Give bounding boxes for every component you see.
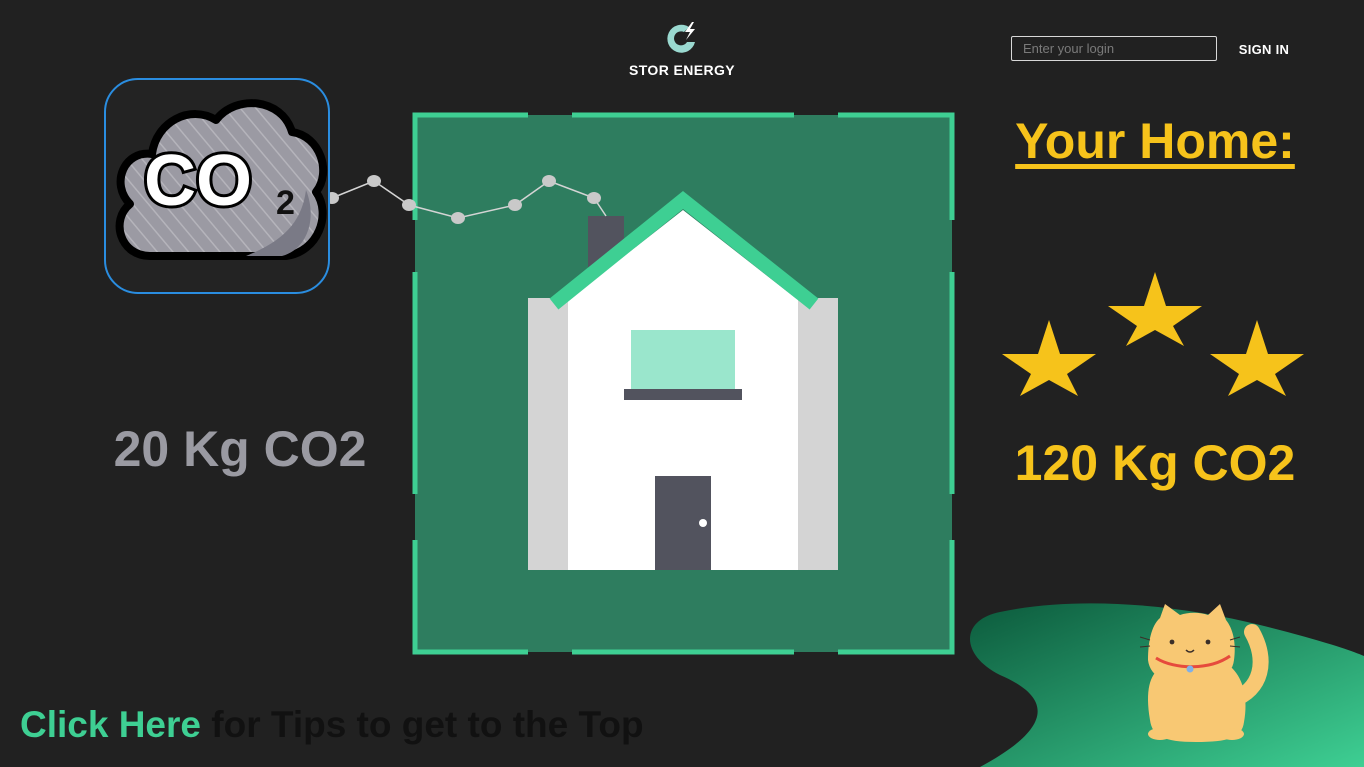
co2-cloud-icon: CO 2 — [115, 99, 328, 260]
star-icon — [1002, 320, 1096, 396]
tips-cta: Click Here for Tips to get to the Top — [20, 704, 644, 746]
co2-label-sub: 2 — [276, 184, 295, 222]
click-here-link[interactable]: Click Here — [20, 704, 201, 745]
co2-label-main: CO — [144, 141, 252, 221]
your-home-stat-value: 120 Kg CO2 — [1014, 435, 1296, 491]
cta-text: for Tips to get to the Top — [201, 704, 644, 745]
star-icon — [1210, 320, 1304, 396]
leaderboard-stat-value: 20 Kg CO2 — [113, 421, 367, 477]
star-icon — [1108, 272, 1202, 346]
rating-stars — [1002, 272, 1304, 396]
your-home-title: Your Home: — [1015, 113, 1295, 169]
co2-card[interactable]: CO 2 — [104, 78, 330, 294]
